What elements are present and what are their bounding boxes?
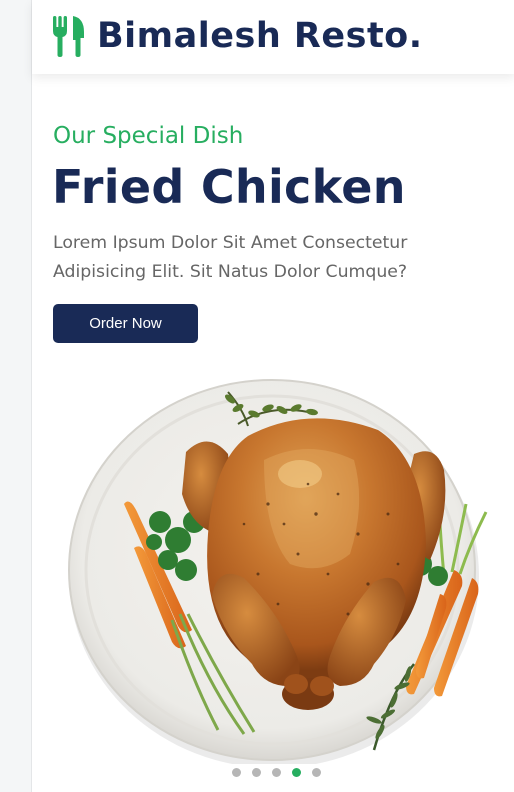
- page: Bimalesh Resto. Our Special Dish Fried C…: [31, 0, 514, 792]
- slider-dot[interactable]: [232, 768, 241, 777]
- hero-subtitle: Our Special Dish: [53, 123, 244, 149]
- brand-name: Bimalesh Resto.: [97, 16, 423, 56]
- slider-dot[interactable]: [272, 768, 281, 777]
- hero-title: Fried Chicken: [52, 160, 406, 214]
- hero-description: Lorem Ipsum Dolor Sit Amet Consectetur A…: [53, 233, 408, 282]
- roast-chicken-plate-image: [68, 379, 488, 764]
- logo-link[interactable]: Bimalesh Resto.: [52, 14, 423, 58]
- slider-dot[interactable]: [312, 768, 321, 777]
- order-now-button[interactable]: Order Now: [53, 304, 198, 343]
- slider-dot-active[interactable]: [292, 768, 301, 777]
- slider-dot[interactable]: [252, 768, 261, 777]
- header: Bimalesh Resto.: [32, 0, 514, 74]
- slider-pagination: [232, 768, 332, 777]
- utensils-icon: [53, 16, 84, 57]
